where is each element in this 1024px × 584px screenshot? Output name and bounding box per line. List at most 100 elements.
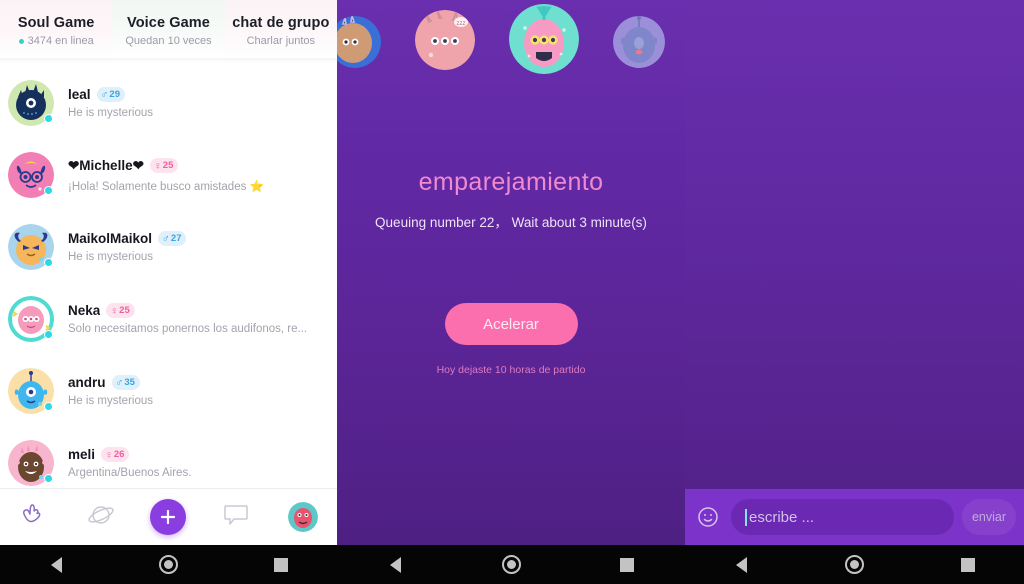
list-item-name-line: MaikolMaikol ♂ 27 — [68, 231, 327, 246]
male-symbol-icon: ♂ — [100, 88, 109, 101]
system-back-button[interactable] — [712, 545, 772, 584]
nav-item-discover[interactable] — [8, 495, 60, 539]
chat-input-bar: escribe ... enviar — [685, 489, 1024, 545]
list-item-subtitle: Argentina/Buenos Aires. — [68, 467, 192, 479]
home-circle-icon — [845, 555, 864, 574]
recents-square-icon — [273, 557, 288, 572]
plus-icon — [161, 509, 176, 525]
system-home-button[interactable] — [825, 545, 885, 584]
message-input-placeholder: escribe ... — [749, 508, 815, 526]
list-item-subtitle: Solo necesitamos ponernos los audifonos,… — [68, 323, 308, 335]
gender-age-badge: ♂ 29 — [96, 87, 125, 102]
left-panel-soul-game: Soul Game 3474 en linea Voice Game Queda… — [0, 0, 337, 545]
profile-avatar — [288, 502, 319, 532]
list-item-name: andru — [68, 375, 106, 390]
female-symbol-icon: ♀ — [153, 159, 162, 172]
home-circle-icon — [501, 555, 521, 574]
list-item-text: andru ♂ 35 He is mysterious — [68, 375, 327, 407]
bottom-navigation-bar — [0, 488, 337, 545]
male-symbol-icon: ♂ — [162, 232, 170, 245]
list-item-text: MaikolMaikol ♂ 27 He is mysterious — [68, 231, 327, 263]
user-list[interactable]: leal ♂ 29 He is mysterious ❤Michelle❤ ♀ … — [0, 63, 337, 488]
tab-soul-game-subtitle: 3474 en linea — [18, 35, 94, 47]
nav-item-add[interactable] — [142, 495, 194, 539]
queue-monster-avatar-2: zzz — [415, 10, 475, 70]
system-recents-button[interactable] — [251, 545, 311, 584]
accelerate-button-wrap: Acelerar — [337, 303, 685, 345]
avatar[interactable] — [8, 80, 54, 126]
planet-icon — [87, 502, 115, 533]
remaining-time-note: Hoy dejaste 10 horas de partido — [436, 364, 586, 376]
screenshot-root: Soul Game 3474 en linea Voice Game Queda… — [0, 0, 1024, 584]
list-item-subtitle: ¡Hola! Solamente busco amistades ⭐ — [68, 180, 264, 193]
avatar[interactable] — [8, 224, 54, 270]
tab-group-chat-subtitle-text: Charlar juntos — [246, 35, 316, 47]
system-home-button[interactable] — [481, 545, 541, 584]
age-value: 25 — [162, 160, 174, 171]
hand-star-icon — [20, 502, 48, 533]
list-item-name: meli — [68, 447, 96, 462]
chat-bubble-icon — [222, 502, 250, 533]
tab-group-chat-title: chat de grupo — [232, 15, 330, 31]
list-item-subtitle: He is mysterious — [68, 251, 153, 263]
online-status-dot — [44, 330, 53, 339]
system-recents-button[interactable] — [597, 545, 657, 584]
gender-age-badge: ♀ 25 — [106, 303, 135, 318]
list-item[interactable]: ❤Michelle❤ ♀ 25 ¡Hola! Solamente busco a… — [0, 139, 337, 211]
list-item[interactable]: meli ♀ 26 Argentina/Buenos Aires. — [0, 427, 337, 488]
system-recents-button[interactable] — [938, 545, 998, 584]
tab-group-chat[interactable]: chat de grupo Charlar juntos — [224, 0, 337, 58]
list-item[interactable]: MaikolMaikol ♂ 27 He is mysterious — [0, 211, 337, 283]
list-item-name-line: andru ♂ 35 — [68, 375, 327, 390]
age-value: 25 — [119, 305, 130, 316]
avatar[interactable] — [8, 296, 54, 342]
nav-item-profile[interactable] — [277, 495, 329, 539]
message-input[interactable]: escribe ... — [731, 499, 954, 535]
queue-monster-avatar-3 — [509, 4, 579, 74]
middle-panel-matching: zzz emparejamiento Queuing number 22， Wa… — [337, 0, 685, 545]
system-back-button[interactable] — [26, 545, 86, 584]
list-item-name: MaikolMaikol — [68, 231, 153, 246]
system-back-button[interactable] — [365, 545, 425, 584]
back-triangle-icon — [389, 556, 401, 573]
queue-monster-avatar-1 — [337, 16, 381, 68]
online-dot-icon — [18, 38, 24, 44]
age-value: 29 — [109, 89, 120, 100]
gender-age-badge: ♂ 35 — [111, 375, 140, 390]
online-status-dot — [44, 186, 53, 195]
avatar[interactable] — [8, 440, 54, 486]
tab-voice-game-title: Voice Game — [127, 15, 210, 31]
tab-voice-game[interactable]: Voice Game Quedan 10 veces — [112, 0, 225, 58]
nav-item-planet[interactable] — [75, 495, 127, 539]
emoji-button[interactable] — [693, 502, 723, 532]
list-item-text: ❤Michelle❤ ♀ 25 ¡Hola! Solamente busco a… — [68, 158, 327, 193]
online-status-dot — [44, 474, 53, 483]
back-triangle-icon — [50, 556, 62, 573]
queue-status-text: Queuing number 22， Wait about 3 minute(s… — [375, 215, 647, 230]
accelerate-button[interactable]: Acelerar — [444, 303, 578, 345]
list-item-text: meli ♀ 26 Argentina/Buenos Aires. — [68, 447, 327, 479]
gender-age-badge: ♂ 27 — [158, 231, 187, 246]
system-home-button[interactable] — [138, 545, 198, 584]
avatar[interactable] — [8, 368, 54, 414]
tab-soul-game-title: Soul Game — [17, 15, 95, 31]
gender-age-badge: ♀ 26 — [101, 447, 130, 462]
list-item[interactable]: andru ♂ 35 He is mysterious — [0, 355, 337, 427]
send-button[interactable]: enviar — [962, 499, 1016, 535]
list-item-name-line: Neka ♀ 25 — [68, 303, 327, 318]
tab-soul-game[interactable]: Soul Game 3474 en linea — [0, 0, 113, 58]
queue-monster-avatar-4 — [613, 16, 665, 68]
nav-item-messages[interactable] — [210, 495, 262, 539]
list-item-subtitle: He is mysterious — [68, 107, 153, 119]
gender-age-badge: ♀ 25 — [149, 158, 179, 173]
online-status-dot — [44, 258, 53, 267]
list-item[interactable]: Neka ♀ 25 Solo necesitamos ponernos los … — [0, 283, 337, 355]
list-item[interactable]: leal ♂ 29 He is mysterious — [0, 67, 337, 139]
svg-text:zzz: zzz — [457, 21, 466, 27]
back-triangle-icon — [736, 556, 747, 573]
avatar[interactable] — [8, 152, 54, 198]
tab-soul-game-subtitle-text: 3474 en linea — [27, 35, 94, 47]
system-nav-bar-1 — [0, 545, 337, 584]
plus-button[interactable] — [150, 499, 187, 535]
system-nav-bar-2 — [337, 545, 685, 584]
